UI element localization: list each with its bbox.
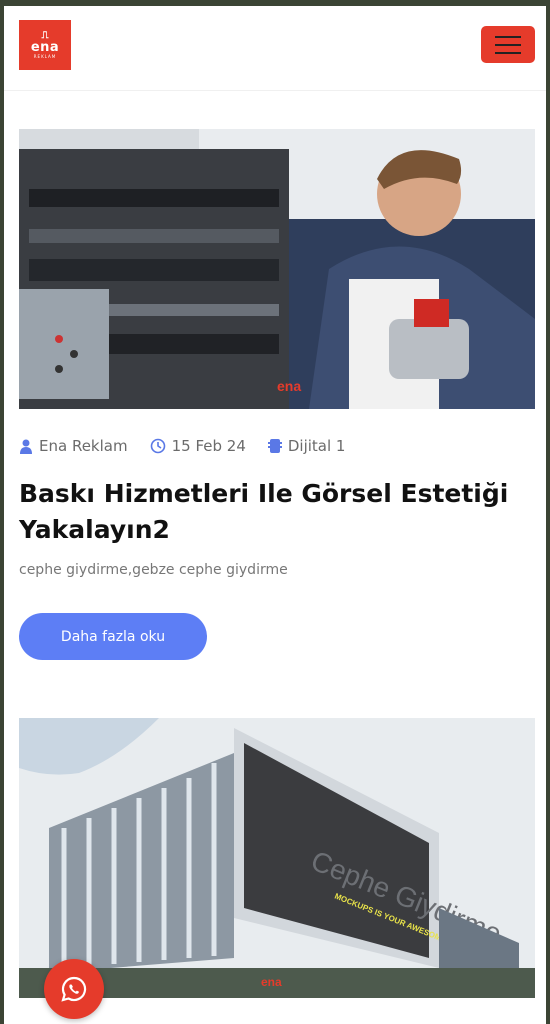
post-meta: Ena Reklam 15 Feb 24 Dijital 1 — [19, 436, 345, 456]
user-icon — [20, 439, 32, 454]
post-image[interactable]: ena — [19, 129, 535, 409]
logo-text: ena — [30, 39, 60, 55]
svg-text:ena: ena — [261, 975, 282, 989]
post-author[interactable]: Ena Reklam — [19, 437, 128, 455]
post-category[interactable]: Dijital 1 — [267, 437, 346, 455]
post-excerpt: cephe giydirme,gebze cephe giydirme — [19, 562, 288, 578]
date-text: 15 Feb 24 — [171, 437, 246, 455]
whatsapp-icon — [61, 976, 87, 1002]
brand-logo[interactable]: ⎍ ena REKLAM — [19, 20, 71, 70]
category-text: Dijital 1 — [287, 437, 346, 455]
logo-subtext: REKLAM — [33, 53, 57, 59]
svg-text:ena: ena — [277, 378, 301, 394]
post-image-2[interactable]: Cephe Giydirme MOCKUPS IS YOUR AWESOME D… — [19, 718, 535, 998]
menu-toggle-button[interactable] — [481, 26, 535, 63]
whatsapp-button[interactable] — [44, 959, 104, 1019]
building-photo: Cephe Giydirme MOCKUPS IS YOUR AWESOME D… — [19, 718, 535, 998]
hamburger-icon — [495, 35, 521, 38]
page-frame: ⎍ ena REKLAM ena Ena Reklam 15 Feb 24 Di… — [0, 0, 550, 1024]
category-icon — [267, 439, 282, 453]
printing-photo: ena — [19, 129, 535, 409]
post-date: 15 Feb 24 — [150, 437, 246, 455]
site-header: ⎍ ena REKLAM — [4, 6, 546, 91]
read-more-button[interactable]: Daha fazla oku — [19, 613, 207, 660]
clock-icon — [150, 438, 165, 454]
author-name: Ena Reklam — [39, 437, 128, 455]
logo-mark-icon: ⎍ — [41, 29, 49, 41]
post-title[interactable]: Baskı Hizmetleri Ile Görsel Estetiği Yak… — [19, 476, 519, 548]
